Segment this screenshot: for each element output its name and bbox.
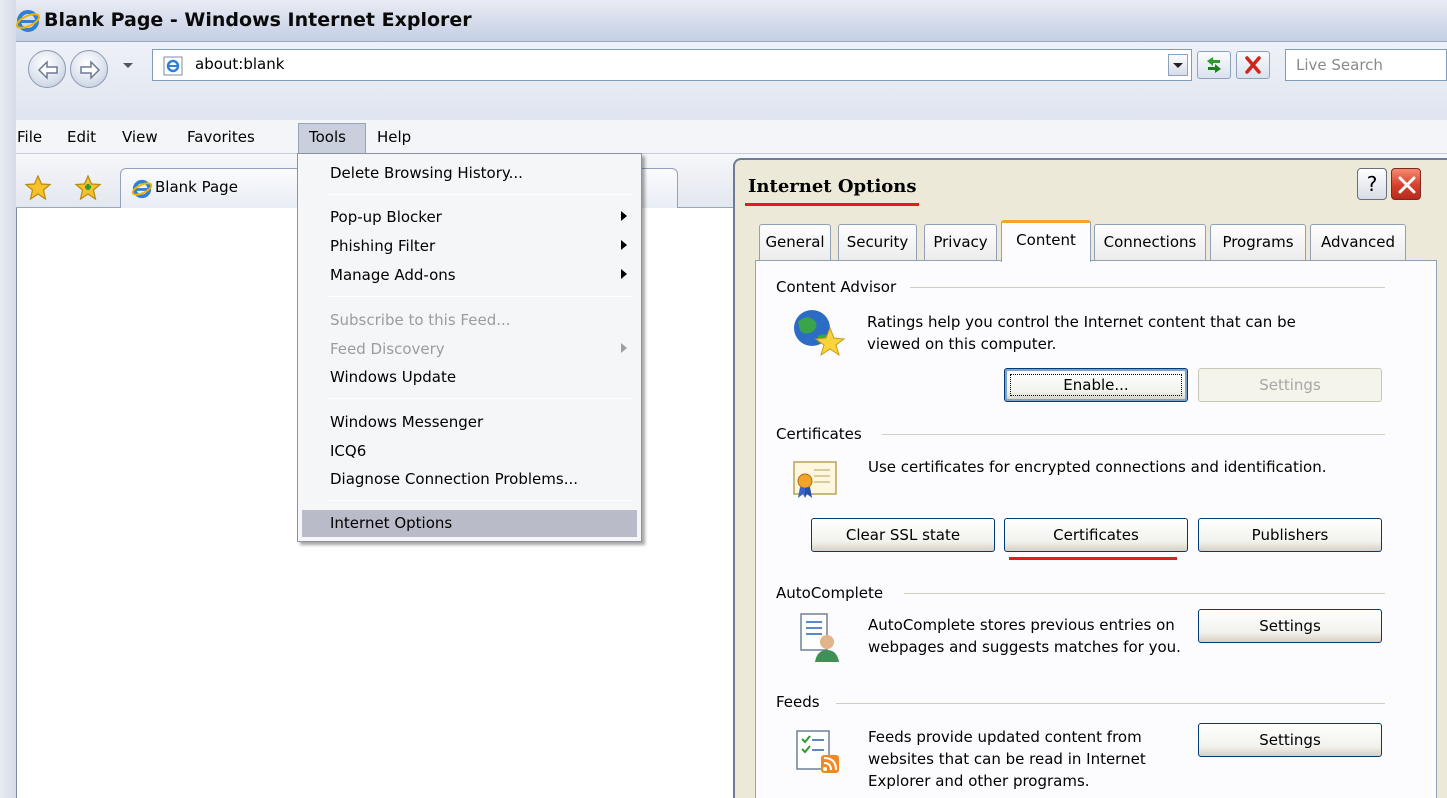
certificates-description: Use certificates for encrypted connectio… [868, 458, 1327, 476]
close-icon [1398, 176, 1416, 194]
menu-item-subscribe-feed: Subscribe to this Feed... [330, 311, 511, 329]
menu-item-feed-discovery: Feed Discovery [330, 340, 445, 358]
history-dropdown-icon[interactable] [121, 58, 135, 72]
autocomplete-settings-button[interactable]: Settings [1198, 609, 1382, 643]
search-input[interactable] [1294, 55, 1444, 75]
dialog-title: Internet Options [748, 176, 917, 197]
autocomplete-settings-label: Settings [1259, 617, 1321, 635]
back-button[interactable] [28, 50, 66, 88]
favorites-star-icon[interactable] [24, 174, 52, 202]
feeds-icon [796, 730, 839, 773]
menu-item-internet-options[interactable]: Internet Options [330, 514, 452, 532]
search-field[interactable] [1285, 49, 1447, 81]
tab-security[interactable]: Security [838, 224, 917, 260]
autocomplete-form-icon [800, 613, 839, 662]
stop-icon [1245, 56, 1261, 74]
chevron-down-icon [1173, 63, 1183, 68]
group-divider [882, 434, 1385, 435]
tools-dropdown-menu: Delete Browsing History... Pop-up Blocke… [297, 153, 642, 542]
menu-file[interactable]: File [17, 128, 42, 146]
tab-advanced[interactable]: Advanced [1310, 224, 1406, 260]
tab-general[interactable]: General [759, 224, 831, 260]
menu-separator [328, 398, 633, 399]
menu-item-windows-update[interactable]: Windows Update [330, 368, 456, 386]
content-advisor-globe-icon [794, 310, 846, 357]
group-divider [910, 287, 1385, 288]
submenu-arrow-icon [621, 343, 627, 353]
content-advisor-label: Content Advisor [776, 278, 905, 296]
refresh-button[interactable] [1197, 51, 1231, 79]
window-left-frame [0, 0, 16, 798]
group-divider [904, 593, 1385, 594]
clear-ssl-label: Clear SSL state [845, 526, 961, 544]
address-dropdown-button[interactable] [1168, 54, 1188, 76]
menu-edit[interactable]: Edit [67, 128, 96, 146]
menu-item-popup-blocker[interactable]: Pop-up Blocker [330, 208, 442, 226]
feeds-description: Feeds provide updated content from websi… [868, 728, 1146, 790]
address-url: about:blank [195, 55, 285, 73]
add-favorite-icon[interactable] [74, 174, 104, 202]
publishers-button[interactable]: Publishers [1198, 518, 1382, 552]
close-button[interactable] [1391, 168, 1421, 200]
window-title: Blank Page - Windows Internet Explorer [44, 9, 472, 31]
menu-view[interactable]: View [122, 128, 158, 146]
certificate-icon [793, 461, 837, 498]
menu-tools[interactable]: Tools [309, 128, 346, 146]
menu-item-delete-browsing-history[interactable]: Delete Browsing History... [330, 164, 523, 182]
menu-separator [328, 296, 633, 297]
autocomplete-description: AutoComplete stores previous entries on … [868, 616, 1181, 656]
ie-logo-icon [16, 10, 40, 32]
page-icon [163, 56, 183, 76]
menu-separator [328, 194, 633, 195]
tab-content[interactable]: Content [1001, 220, 1091, 262]
certificates-button[interactable]: Certificates [1004, 518, 1188, 552]
stop-button[interactable] [1236, 51, 1270, 79]
annotation-underline [745, 203, 919, 206]
menu-help[interactable]: Help [377, 128, 411, 146]
help-button[interactable]: ? [1357, 168, 1387, 200]
menu-separator [328, 500, 633, 501]
certificates-label: Certificates [776, 425, 870, 443]
ie-tab-icon [131, 179, 153, 199]
tab-privacy[interactable]: Privacy [924, 224, 997, 260]
group-divider [836, 703, 1385, 704]
back-arrow-icon [37, 60, 58, 80]
publishers-button-label: Publishers [1251, 526, 1329, 544]
menu-item-manage-addons[interactable]: Manage Add-ons [330, 266, 456, 284]
annotation-underline [1009, 557, 1177, 560]
forward-arrow-icon [80, 60, 101, 80]
menu-favorites[interactable]: Favorites [187, 128, 255, 146]
menu-item-icq6[interactable]: ICQ6 [330, 442, 366, 460]
enable-content-advisor-button[interactable]: Enable... [1004, 368, 1188, 402]
settings-button-label: Settings [1259, 376, 1321, 394]
feeds-settings-button[interactable]: Settings [1198, 723, 1382, 757]
submenu-arrow-icon [621, 211, 627, 221]
clear-ssl-state-button[interactable]: Clear SSL state [811, 518, 995, 552]
enable-button-label: Enable... [1063, 376, 1129, 394]
tab-connections[interactable]: Connections [1094, 224, 1206, 260]
content-advisor-settings-button: Settings [1198, 368, 1382, 402]
menu-item-diagnose-connection[interactable]: Diagnose Connection Problems... [330, 470, 578, 488]
feeds-settings-label: Settings [1259, 731, 1321, 749]
certificates-button-label: Certificates [1053, 526, 1139, 544]
tab-programs[interactable]: Programs [1210, 224, 1306, 260]
window-titlebar: Blank Page - Windows Internet Explorer [0, 0, 1447, 42]
content-advisor-description: Ratings help you control the Internet co… [867, 313, 1296, 353]
tab-label: Blank Page [155, 178, 238, 196]
menu-item-windows-messenger[interactable]: Windows Messenger [330, 413, 483, 431]
autocomplete-label: AutoComplete [776, 584, 892, 602]
feeds-label: Feeds [776, 693, 828, 711]
address-field[interactable]: about:blank [152, 49, 1192, 81]
submenu-arrow-icon [621, 269, 627, 279]
refresh-icon [1207, 57, 1221, 73]
submenu-arrow-icon [621, 240, 627, 250]
menu-item-phishing-filter[interactable]: Phishing Filter [330, 237, 435, 255]
forward-button[interactable] [70, 50, 108, 88]
